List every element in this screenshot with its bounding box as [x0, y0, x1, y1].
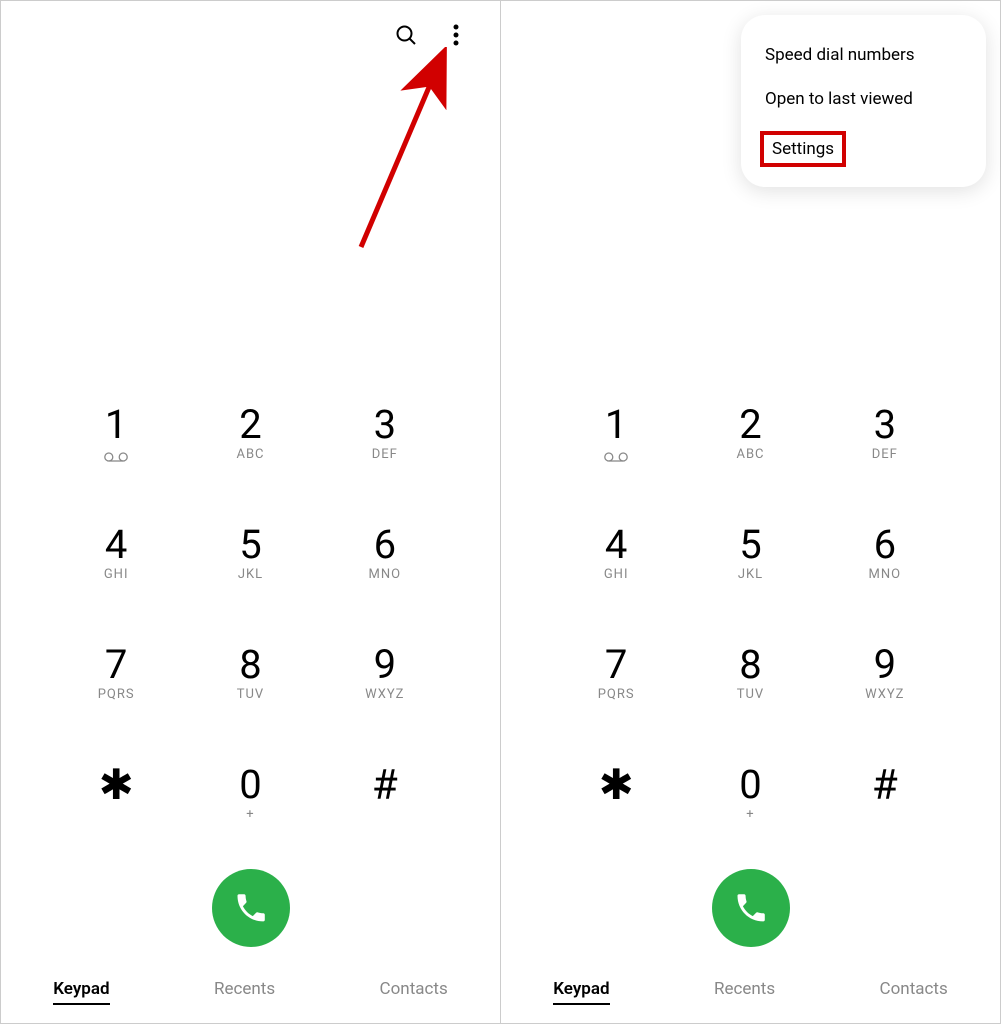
digit-label: 2 [239, 405, 261, 445]
call-button[interactable] [212, 869, 290, 947]
key-6[interactable]: 6 MNO [318, 509, 452, 599]
tab-recents[interactable]: Recents [714, 979, 775, 1005]
letters-label: MNO [369, 567, 402, 583]
letters-label: PQRS [98, 687, 135, 703]
topbar-left [392, 21, 500, 49]
digit-label: 7 [105, 645, 127, 685]
call-row [501, 839, 1000, 967]
digit-label: 6 [874, 525, 896, 565]
key-8[interactable]: 8 TUV [683, 629, 817, 719]
letters-label: JKL [738, 567, 763, 583]
tab-contacts[interactable]: Contacts [380, 979, 448, 1005]
digit-label: 9 [874, 645, 896, 685]
digit-label: 2 [739, 405, 761, 445]
key-2[interactable]: 2 ABC [183, 389, 317, 479]
key-3[interactable]: 3 DEF [818, 389, 952, 479]
key-7[interactable]: 7 PQRS [549, 629, 683, 719]
symbol-label: # [372, 761, 398, 810]
key-0[interactable]: 0+ [683, 749, 817, 839]
key-3[interactable]: 3 DEF [318, 389, 452, 479]
letters-label: DEF [872, 447, 898, 463]
symbol-label: ✱ [99, 760, 134, 810]
letters-label: ABC [736, 447, 764, 463]
digit-label: 7 [605, 645, 627, 685]
digit-label: 8 [239, 645, 261, 685]
letters-label: JKL [238, 567, 263, 583]
phone-left: 1 2 ABC 3 DEF 4 GHI 5 JKL 6 MNO 7 PQRS 8 TUV 9 W… [1, 1, 500, 1023]
key-9[interactable]: 9 WXYZ [818, 629, 952, 719]
call-row [1, 839, 500, 967]
key-4[interactable]: 4 GHI [549, 509, 683, 599]
plus-label: + [246, 807, 254, 823]
key-4[interactable]: 4 GHI [49, 509, 183, 599]
menu-settings[interactable]: Settings [772, 139, 834, 159]
digit-label: 3 [874, 405, 896, 445]
overflow-menu: Speed dial numbers Open to last viewed S… [741, 15, 986, 187]
voicemail-icon [104, 447, 128, 463]
symbol-label: # [872, 761, 898, 810]
digit-label: 9 [374, 645, 396, 685]
digit-label: 6 [374, 525, 396, 565]
menu-speed-dial[interactable]: Speed dial numbers [741, 33, 986, 77]
key-star[interactable]: ✱ [549, 749, 683, 839]
more-options-icon[interactable] [442, 21, 470, 49]
menu-open-last[interactable]: Open to last viewed [741, 77, 986, 121]
digit-label: 4 [605, 525, 627, 565]
digit-label: 5 [739, 525, 761, 565]
letters-label: DEF [372, 447, 398, 463]
key-9[interactable]: 9 WXYZ [318, 629, 452, 719]
symbol-label: ✱ [599, 760, 634, 810]
key-8[interactable]: 8 TUV [183, 629, 317, 719]
key-hash[interactable]: # [818, 749, 952, 839]
voicemail-icon [604, 447, 628, 463]
settings-highlight: Settings [760, 131, 846, 167]
key-6[interactable]: 6 MNO [818, 509, 952, 599]
letters-label: WXYZ [365, 687, 404, 703]
bottom-tabs: Keypad Recents Contacts [501, 967, 1000, 1023]
tab-contacts[interactable]: Contacts [880, 979, 948, 1005]
phone-icon [733, 890, 769, 926]
letters-label: GHI [604, 567, 629, 583]
letters-label: WXYZ [865, 687, 904, 703]
dialed-number-area [1, 1, 500, 389]
key-5[interactable]: 5 JKL [683, 509, 817, 599]
key-5[interactable]: 5 JKL [183, 509, 317, 599]
digit-label: 5 [239, 525, 261, 565]
phone-icon [233, 890, 269, 926]
key-1[interactable]: 1 [49, 389, 183, 479]
keypad-grid-left: 1 2 ABC 3 DEF 4 GHI 5 JKL 6 MNO 7 PQRS 8 TUV 9 W… [1, 389, 500, 839]
phone-right: Speed dial numbers Open to last viewed S… [500, 1, 1000, 1023]
tab-keypad[interactable]: Keypad [53, 979, 109, 1005]
keypad-grid-right: 1 2 ABC 3 DEF 4 GHI 5 JKL 6 MNO 7 PQRS 8 TUV 9 W… [501, 389, 1000, 839]
letters-label: ABC [236, 447, 264, 463]
digit-label: 8 [739, 645, 761, 685]
tab-recents[interactable]: Recents [214, 979, 275, 1005]
digit-label: 1 [105, 405, 127, 445]
digit-label: 3 [374, 405, 396, 445]
search-icon[interactable] [392, 21, 420, 49]
plus-label: + [746, 807, 754, 823]
letters-label: GHI [104, 567, 129, 583]
letters-label: TUV [237, 687, 264, 703]
digit-label: 1 [605, 405, 627, 445]
letters-label: TUV [737, 687, 764, 703]
digit-label: 0 [739, 765, 761, 805]
tab-keypad[interactable]: Keypad [553, 979, 609, 1005]
key-0[interactable]: 0+ [183, 749, 317, 839]
digit-label: 0 [239, 765, 261, 805]
key-1[interactable]: 1 [549, 389, 683, 479]
key-star[interactable]: ✱ [49, 749, 183, 839]
key-hash[interactable]: # [318, 749, 452, 839]
key-7[interactable]: 7 PQRS [49, 629, 183, 719]
bottom-tabs: Keypad Recents Contacts [1, 967, 500, 1023]
digit-label: 4 [105, 525, 127, 565]
call-button[interactable] [712, 869, 790, 947]
key-2[interactable]: 2 ABC [683, 389, 817, 479]
letters-label: MNO [869, 567, 902, 583]
letters-label: PQRS [598, 687, 635, 703]
